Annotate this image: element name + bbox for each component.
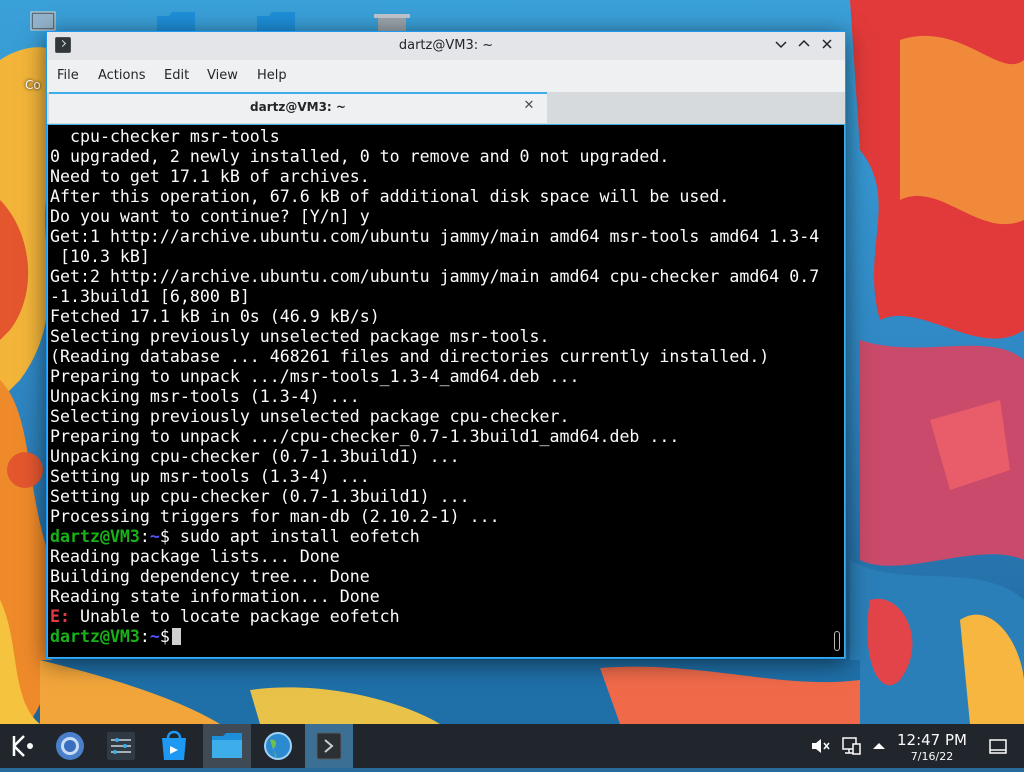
prompt-path: ~: [149, 527, 160, 546]
konsole-taskbar-button[interactable]: [305, 724, 353, 768]
terminal-line: Need to get 17.1 kB of archives.: [50, 167, 370, 186]
command-text: sudo apt install eofetch: [169, 527, 420, 546]
prompt-user: dartz@VM3: [50, 527, 140, 546]
chromium-icon: [56, 732, 84, 760]
menu-file[interactable]: File: [57, 68, 79, 83]
prompt-separator: :: [139, 627, 150, 646]
tray-expand-icon[interactable]: [867, 734, 891, 758]
dolphin-icon: [212, 733, 242, 758]
prompt-path: ~: [149, 627, 160, 646]
menu-edit[interactable]: Edit: [164, 68, 189, 83]
system-settings-taskbar-button[interactable]: [97, 724, 145, 768]
dolphin-taskbar-button[interactable]: [203, 724, 251, 768]
error-prefix: E:: [50, 607, 70, 626]
text-cursor: [171, 628, 181, 645]
terminal-line: Processing triggers for man-db (2.10.2-1…: [50, 507, 500, 526]
app-launcher-button[interactable]: [0, 724, 48, 768]
terminal-line: Setting up cpu-checker (0.7-1.3build1) .…: [50, 487, 470, 506]
close-button[interactable]: [817, 36, 837, 56]
maximize-button[interactable]: [794, 36, 814, 56]
terminal-scrollbar[interactable]: [834, 631, 840, 651]
terminal-line: Do you want to continue? [Y/n] y: [50, 207, 370, 226]
terminal-line: Get:1 http://archive.ubuntu.com/ubuntu j…: [50, 227, 820, 246]
terminal-line: cpu-checker msr-tools: [50, 127, 280, 146]
menubar: File Actions Edit View Help: [47, 60, 845, 92]
menu-view[interactable]: View: [207, 68, 238, 83]
terminal-line: Selecting previously unselected package …: [50, 407, 570, 426]
terminal-line: Unpacking msr-tools (1.3-4) ...: [50, 387, 360, 406]
prompt-user: dartz@VM3: [50, 627, 140, 646]
chevron-down-icon: [775, 41, 787, 49]
terminal-line: Reading package lists... Done: [50, 547, 340, 566]
window-title: dartz@VM3: ~: [398, 38, 494, 53]
browser-globe-icon: [264, 732, 292, 760]
terminal-line: Get:2 http://archive.ubuntu.com/ubuntu j…: [50, 267, 820, 286]
terminal-error-line: E: Unable to locate package eofetch: [50, 607, 830, 627]
menu-actions[interactable]: Actions: [98, 68, 146, 83]
terminal-line: Building dependency tree... Done: [50, 567, 370, 586]
minimize-button[interactable]: [771, 36, 791, 56]
discover-taskbar-button[interactable]: [150, 724, 198, 768]
konsole-window: dartz@VM3: ~ File Actions Edit View Help…: [46, 31, 846, 659]
window-titlebar[interactable]: dartz@VM3: ~: [47, 32, 845, 61]
terminal-line: -1.3build1 [6,800 B]: [50, 287, 250, 306]
tab-label: dartz@VM3: ~: [250, 100, 346, 114]
prompt-separator: :: [139, 527, 150, 546]
discover-icon: [162, 730, 186, 760]
prompt-symbol: $: [159, 627, 170, 646]
menu-help[interactable]: Help: [257, 68, 287, 83]
terminal-line: After this operation, 67.6 kB of additio…: [50, 187, 730, 206]
volume-muted-icon[interactable]: [808, 734, 832, 758]
terminal-prompt-line[interactable]: dartz@VM3:~$: [50, 627, 830, 647]
tab-bar: dartz@VM3: ~ ✕: [47, 92, 845, 124]
show-desktop-icon[interactable]: [986, 734, 1010, 758]
terminal-line: Reading state information... Done: [50, 587, 380, 606]
chromium-taskbar-button[interactable]: [46, 724, 94, 768]
terminal-line: Setting up msr-tools (1.3-4) ...: [50, 467, 370, 486]
prompt-symbol: $: [159, 527, 170, 546]
terminal-line: [10.3 kB]: [50, 247, 150, 266]
terminal-line: Preparing to unpack .../cpu-checker_0.7-…: [50, 427, 680, 446]
terminal-line: (Reading database ... 468261 files and d…: [50, 347, 770, 366]
clock-date[interactable]: 7/16/22: [892, 750, 972, 763]
browser-taskbar-button[interactable]: [254, 724, 302, 768]
system-settings-icon: [107, 732, 135, 760]
terminal-output[interactable]: cpu-checker msr-tools 0 upgraded, 2 newl…: [47, 124, 845, 658]
error-text: Unable to locate package eofetch: [69, 607, 400, 626]
konsole-icon: [316, 732, 342, 760]
close-icon: [822, 39, 832, 49]
network-icon[interactable]: [839, 734, 863, 758]
terminal-line: 0 upgraded, 2 newly installed, 0 to remo…: [50, 147, 670, 166]
app-launcher-icon: [12, 735, 33, 757]
chevron-up-icon: [798, 39, 810, 47]
desktop-icon-label: Co: [25, 78, 41, 92]
tab-close-icon[interactable]: ✕: [521, 98, 537, 114]
clock-time[interactable]: 12:47 PM: [892, 731, 972, 749]
terminal-line: Unpacking cpu-checker (0.7-1.3build1) ..…: [50, 447, 460, 466]
terminal-line: Fetched 17.1 kB in 0s (46.9 kB/s): [50, 307, 380, 326]
taskbar: 12:47 PM 7/16/22: [0, 724, 1024, 768]
terminal-line: Preparing to unpack .../msr-tools_1.3-4_…: [50, 367, 580, 386]
tab-terminal[interactable]: dartz@VM3: ~ ✕: [49, 92, 547, 123]
terminal-line: Selecting previously unselected package …: [50, 327, 550, 346]
terminal-command-line: dartz@VM3:~$ sudo apt install eofetch: [50, 527, 830, 547]
